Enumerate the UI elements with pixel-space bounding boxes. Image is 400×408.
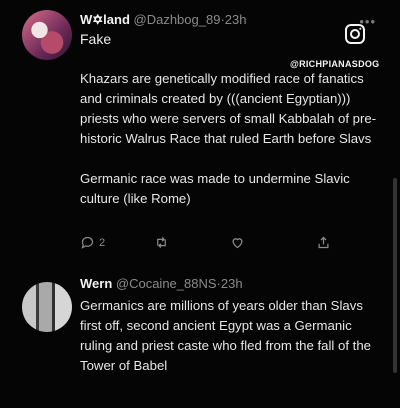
timestamp[interactable]: 23h [225, 12, 247, 27]
avatar[interactable] [22, 282, 72, 332]
heart-icon [232, 238, 243, 249]
tweet-header: W✡land @Dazhbog_89·23h [80, 12, 247, 28]
tweet[interactable]: W✡land @Dazhbog_89·23h ••• Fake Khazars … [0, 0, 400, 270]
display-name[interactable]: Wern [80, 276, 112, 291]
user-handle[interactable]: @Dazhbog_89 [134, 12, 221, 27]
scrollbar[interactable] [393, 178, 397, 373]
reply-button[interactable]: 2 [80, 235, 105, 250]
reply-text: Fake [80, 31, 112, 47]
retweet-icon [157, 237, 166, 248]
tweet-header: Wern @Cocaine_88NS·23h [80, 276, 243, 291]
tweet-text: Khazars are genetically modified race of… [80, 71, 377, 206]
display-name[interactable]: W✡land [80, 12, 130, 27]
share-button[interactable] [316, 235, 331, 250]
retweet-button[interactable] [154, 235, 169, 250]
share-icon [318, 236, 329, 249]
reply-icon [81, 236, 94, 249]
tweet[interactable]: Wern @Cocaine_88NS·23h Germanics are mil… [0, 270, 400, 408]
like-button[interactable] [230, 235, 245, 250]
user-handle[interactable]: @Cocaine_88NS [116, 276, 217, 291]
avatar[interactable] [22, 10, 72, 60]
timestamp[interactable]: 23h [221, 276, 243, 291]
tweet-text: Germanics are millions of years older th… [80, 298, 372, 373]
instagram-icon [345, 24, 365, 44]
reply-count: 2 [99, 236, 106, 249]
tweet-actions: 2 [80, 235, 350, 255]
watermark: @RICHPIANASDOG [290, 59, 380, 69]
